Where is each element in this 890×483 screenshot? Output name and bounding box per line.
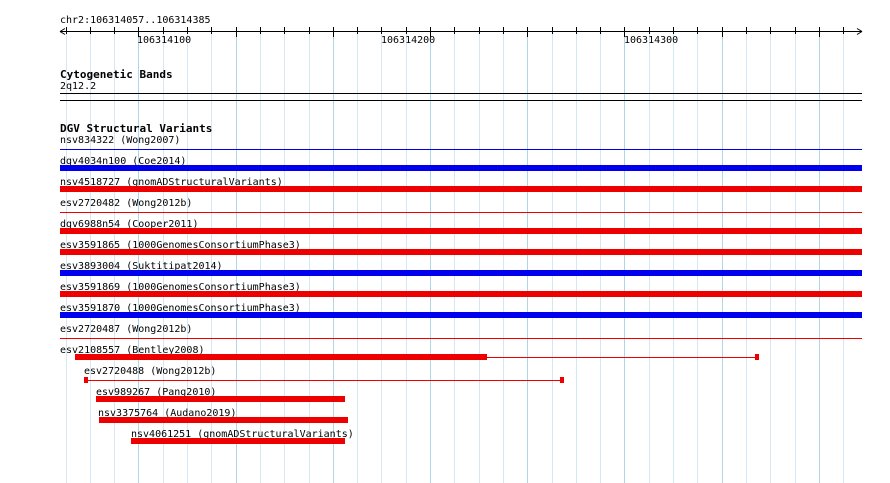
ruler-label-3: 106314300 [624,35,679,46]
variant-feature-nsv3375764[interactable] [99,417,348,423]
variant-feature-esv2108557-end-cap[interactable] [755,354,759,360]
cytoband-label[interactable]: 2q12.2 [60,81,96,93]
variant-feature-dgv4034n100[interactable] [60,165,862,171]
variant-feature-esv2720488-end-cap[interactable] [560,377,564,383]
variant-feature-esv2108557[interactable] [75,354,487,360]
ruler-label-2: 106314200 [381,35,436,46]
ruler-label-1: 106314100 [137,35,192,46]
variant-label-esv2720487[interactable]: esv2720487 (Wong2012b) [60,324,192,336]
variant-feature-esv989267[interactable] [96,396,345,402]
variant-label-esv2720482[interactable]: esv2720482 (Wong2012b) [60,198,192,210]
location-label: chr2:106314057..106314385 [60,15,211,26]
variant-feature-esv2108557-connector[interactable] [487,357,759,358]
variant-label-esv2720488[interactable]: esv2720488 (Wong2012b) [84,366,216,378]
variant-feature-esv3591869[interactable] [60,291,862,297]
variant-feature-esv3591865[interactable] [60,249,862,255]
variant-feature-esv2720488[interactable] [84,380,564,381]
genome-browser-track-view: chr2:106314057..106314385 106314100 1063… [0,0,890,483]
variant-feature-esv2720488-start-cap[interactable] [84,377,88,383]
variant-feature-nsv4518727[interactable] [60,186,862,192]
variant-feature-nsv834322[interactable] [60,149,862,150]
variant-feature-esv3591870[interactable] [60,312,862,318]
variant-feature-esv2720482[interactable] [60,212,862,213]
dgv-track-title: DGV Structural Variants [60,122,213,135]
variant-feature-nsv4061251[interactable] [131,438,345,444]
variant-feature-dgv6988n54[interactable] [60,228,862,234]
variant-feature-esv2720487[interactable] [60,338,862,339]
cytoband-track-title: Cytogenetic Bands [60,68,173,81]
variant-label-nsv834322[interactable]: nsv834322 (Wong2007) [60,135,180,147]
variant-feature-esv3893004[interactable] [60,270,862,276]
